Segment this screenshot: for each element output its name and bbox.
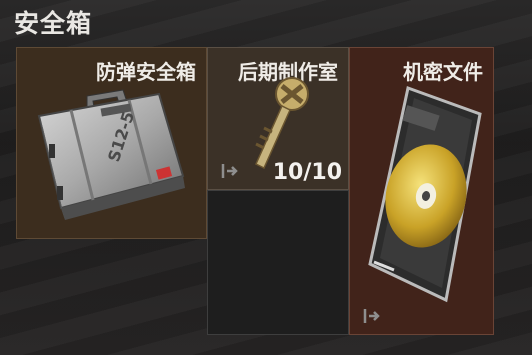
disc-icon (368, 86, 482, 303)
item-name: 机密文件 (403, 60, 483, 84)
exit-arrow-icon[interactable] (220, 161, 240, 181)
item-name: 防弹安全箱 (96, 60, 196, 84)
stack-count: 10/10 (272, 160, 342, 185)
slot-classified-document[interactable]: 机密文件 (349, 47, 494, 335)
exit-arrow-icon[interactable] (362, 306, 382, 326)
briefcase-icon: S12-5 (37, 89, 185, 220)
key-icon (255, 77, 309, 170)
slot-empty[interactable] (207, 190, 349, 335)
slot-armored-briefcase[interactable]: 防弹安全箱 S12-5 (16, 47, 207, 239)
slot-postproduction-key[interactable]: 后期制作室 10/10 (207, 47, 349, 190)
panel-title: 安全箱 (14, 9, 93, 38)
